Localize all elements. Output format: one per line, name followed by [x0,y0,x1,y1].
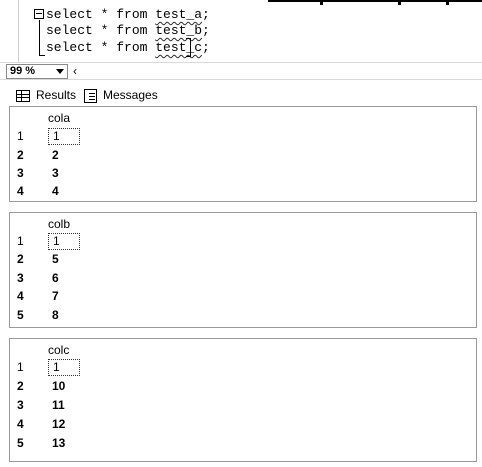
query-editor[interactable]: select * from test_a; select * from test… [0,0,482,62]
table-row[interactable]: 36 [10,269,476,288]
table-row[interactable]: 5 13 [10,434,476,453]
result-grid[interactable]: colc 11 2 10 3 11 4 12 5 13 [9,338,477,462]
tab-results[interactable]: Results [16,86,76,104]
code-keyword: select * from [46,7,156,22]
row-number: 4 [17,289,24,303]
code-keyword: select * from [46,40,156,55]
table-row[interactable]: 11 [10,232,476,251]
editor-top-border [268,0,482,2]
column-header[interactable]: colb [48,217,70,231]
row-number: 2 [17,148,24,162]
messages-icon [84,88,97,103]
column-header[interactable]: colc [48,343,69,357]
table-row[interactable]: 2 10 [10,377,476,396]
code-table-name: test_b [155,23,203,38]
table-row[interactable]: 44 [10,182,476,201]
code-table-name: test_c [155,40,203,55]
editor-marker [320,0,323,5]
table-row[interactable]: 11 [10,358,476,377]
column-header[interactable]: cola [48,111,70,125]
row-number: 2 [17,252,24,266]
row-number: 3 [17,271,24,285]
table-row[interactable]: 47 [10,287,476,306]
chevron-down-icon [56,69,64,74]
table-cell[interactable]: 13 [48,435,80,452]
table-row[interactable]: 33 [10,164,476,183]
code-keyword: select * from [46,23,156,38]
result-grid[interactable]: cola 11 22 33 44 [9,106,477,202]
editor-gutter [18,0,19,62]
outline-guide-end [39,55,45,56]
table-cell[interactable]: 7 [48,288,80,305]
code-line[interactable]: select * from test_b; [46,23,210,39]
editor-marker [398,0,401,5]
code-terminator: ; [202,7,210,22]
code-line[interactable]: select * from test_a; [46,7,210,23]
outline-guide [39,20,40,56]
code-terminator: ; [202,23,210,38]
row-number: 1 [17,234,24,248]
table-row[interactable]: 11 [10,127,476,146]
table-cell[interactable]: 11 [48,397,80,414]
code-table-name: test_a [155,7,203,22]
zoom-dropdown[interactable]: 99 % [6,64,68,79]
tab-messages[interactable]: Messages [84,86,158,104]
tab-messages-label: Messages [103,88,158,102]
table-row[interactable]: 58 [10,306,476,325]
table-cell[interactable]: 2 [48,147,80,164]
scroll-left-icon[interactable]: ‹ [73,63,77,79]
table-cell[interactable]: 3 [48,165,80,182]
table-cell[interactable]: 4 [48,183,80,200]
table-row[interactable]: 25 [10,250,476,269]
code-terminator: ; [202,40,210,55]
row-number: 1 [17,129,24,143]
table-cell[interactable]: 12 [48,416,80,433]
tab-results-label: Results [36,88,77,102]
table-cell[interactable]: 1 [48,233,80,250]
table-cell[interactable]: 8 [48,307,80,324]
table-cell[interactable]: 5 [48,251,80,268]
table-row[interactable]: 3 11 [10,396,476,415]
row-number: 3 [17,398,24,412]
collapse-toggle-icon[interactable] [34,9,44,19]
zoom-value: 99 % [10,65,36,77]
row-number: 2 [17,379,24,393]
table-cell[interactable]: 1 [48,128,80,145]
row-number: 4 [17,184,24,198]
row-number: 4 [17,417,24,431]
grid-icon [16,89,30,102]
table-cell[interactable]: 6 [48,270,80,287]
results-tabs: Results Messages [0,84,482,106]
table-cell[interactable]: 1 [48,359,80,376]
row-number: 1 [17,360,24,374]
row-number: 3 [17,166,24,180]
text-caret [186,38,191,57]
result-grid[interactable]: colb 11 25 36 47 58 [9,212,477,328]
zoom-bar: 99 % ‹ [0,62,482,80]
row-number: 5 [17,308,24,322]
table-row[interactable]: 4 12 [10,415,476,434]
row-number: 5 [17,436,24,450]
table-row[interactable]: 22 [10,146,476,165]
table-cell[interactable]: 10 [48,378,80,395]
editor-marker [446,0,449,5]
